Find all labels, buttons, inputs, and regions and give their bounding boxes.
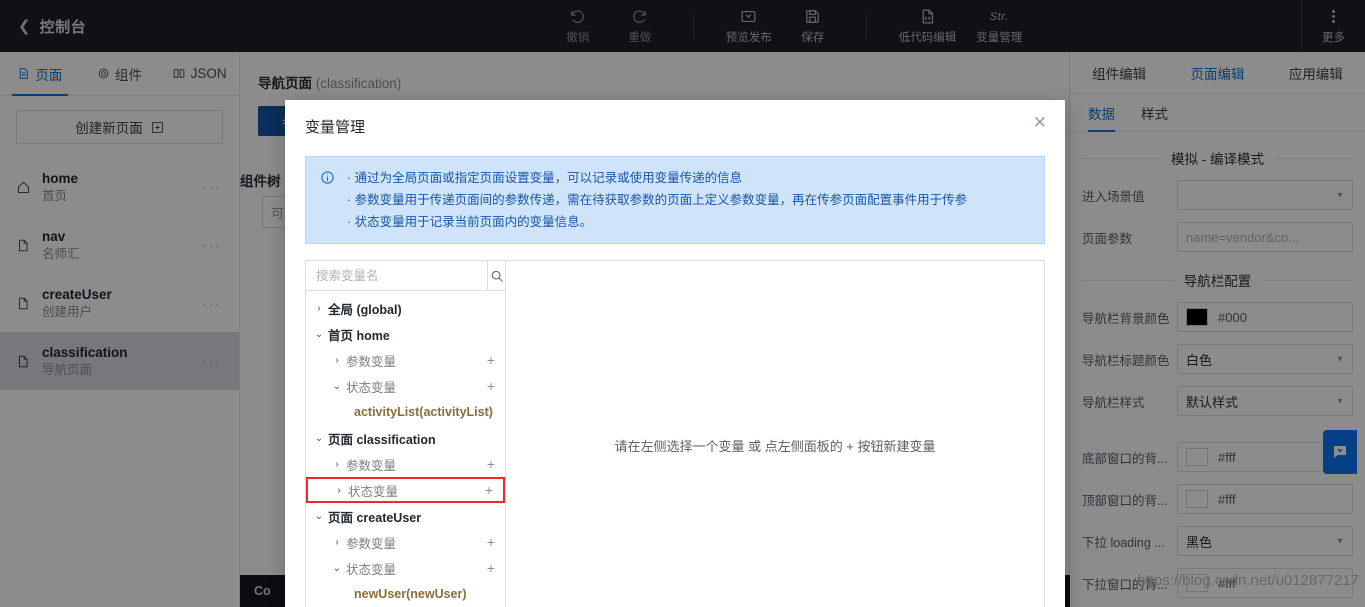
info-banner: 通过为全局页面或指定页面设置变量，可以记录或使用变量传递的信息 参数变量用于传递…	[305, 156, 1045, 245]
app-root: ❮ 控制台 撤销 重做 预览发布 保存 低代码编辑 Str. 变量管理 更多 页…	[0, 0, 1365, 607]
search-input[interactable]	[306, 261, 487, 291]
add-variable-icon[interactable]: +	[487, 353, 495, 367]
chevron-right-icon[interactable]: ›	[328, 355, 346, 366]
info-line-1: 通过为全局页面或指定页面设置变量，可以记录或使用变量传递的信息	[347, 169, 967, 187]
chevron-right-icon[interactable]: ›	[330, 485, 348, 496]
tree-node-label: 全局 (global)	[328, 302, 402, 317]
variable-tree-panel: › 全局 (global) ⌄ 首页 home › 参数变量 + ⌄ 状态变	[305, 260, 505, 607]
tree-node-home[interactable]: ⌄ 首页 home	[306, 321, 505, 347]
tree-node-variable-activitylist[interactable]: activityList(activityList)	[306, 399, 505, 425]
add-variable-icon[interactable]: +	[487, 457, 495, 471]
tree-node-label: 参数变量	[346, 458, 397, 473]
close-icon[interactable]: ✕	[1033, 114, 1047, 131]
search-button[interactable]	[487, 261, 505, 291]
tree-node-home-state-vars[interactable]: ⌄ 状态变量 +	[306, 373, 505, 399]
chevron-down-icon[interactable]: ⌄	[310, 329, 328, 340]
variable-detail-panel: 请在左侧选择一个变量 或 点左侧面板的 + 按钮新建变量	[505, 260, 1045, 607]
tree-node-variable-newuser[interactable]: newUser(newUser)	[306, 581, 505, 607]
tree-node-label: 状态变量	[346, 562, 397, 577]
add-variable-icon[interactable]: +	[487, 379, 495, 393]
chevron-right-icon[interactable]: ›	[310, 303, 328, 314]
tree-node-label: 参数变量	[346, 536, 397, 551]
tree-node-label: 首页 home	[328, 328, 390, 343]
tree-node-label: 状态变量	[348, 484, 399, 499]
info-circle-icon	[320, 170, 335, 190]
tree-node-label: 页面 classification	[328, 432, 436, 447]
info-line-3: 状态变量用于记录当前页面内的变量信息。	[347, 213, 967, 231]
modal-header: 变量管理 ✕	[285, 100, 1065, 152]
tree-node-createuser-param-vars[interactable]: › 参数变量 +	[306, 529, 505, 555]
chevron-right-icon[interactable]: ›	[328, 459, 346, 470]
tree-node-classification-param-vars[interactable]: › 参数变量 +	[306, 451, 505, 477]
tree-node-label: 状态变量	[346, 380, 397, 395]
variable-manage-modal: 变量管理 ✕ 通过为全局页面或指定页面设置变量，可以记录或使用变量传递的信息 参…	[285, 100, 1065, 607]
tree-node-label: 页面 createUser	[328, 510, 422, 525]
tree-node-page-createuser[interactable]: ⌄ 页面 createUser	[306, 503, 505, 529]
chevron-down-icon[interactable]: ⌄	[310, 433, 328, 444]
chevron-down-icon[interactable]: ⌄	[310, 511, 328, 522]
info-lines: 通过为全局页面或指定页面设置变量，可以记录或使用变量传递的信息 参数变量用于传递…	[347, 169, 968, 231]
tree-node-label: 参数变量	[346, 354, 397, 369]
search-icon	[491, 270, 503, 282]
tree-node-page-classification[interactable]: ⌄ 页面 classification	[306, 425, 505, 451]
chevron-down-icon[interactable]: ⌄	[328, 381, 346, 392]
modal-body: › 全局 (global) ⌄ 首页 home › 参数变量 + ⌄ 状态变	[305, 260, 1045, 607]
chevron-down-icon[interactable]: ⌄	[328, 563, 346, 574]
tree-node-classification-state-vars[interactable]: › 状态变量 +	[306, 477, 505, 504]
add-variable-icon[interactable]: +	[487, 535, 495, 549]
add-variable-icon[interactable]: +	[485, 483, 493, 497]
modal-title: 变量管理	[305, 118, 366, 136]
tree-node-label: activityList(activityList)	[354, 405, 493, 420]
add-variable-icon[interactable]: +	[487, 561, 495, 575]
variable-tree-list: › 全局 (global) ⌄ 首页 home › 参数变量 + ⌄ 状态变量 …	[306, 291, 505, 607]
empty-state-text: 请在左侧选择一个变量 或 点左侧面板的 + 按钮新建变量	[614, 438, 936, 454]
tree-node-home-param-vars[interactable]: › 参数变量 +	[306, 347, 505, 373]
search-row	[306, 261, 505, 292]
info-line-2: 参数变量用于传递页面间的参数传递，需在待获取参数的页面上定义参数变量，再在传参页…	[347, 191, 968, 209]
chevron-right-icon[interactable]: ›	[328, 537, 346, 548]
tree-node-createuser-state-vars[interactable]: ⌄ 状态变量 +	[306, 555, 505, 581]
tree-node-label: newUser(newUser)	[354, 587, 467, 602]
tree-node-global[interactable]: › 全局 (global)	[306, 295, 505, 321]
